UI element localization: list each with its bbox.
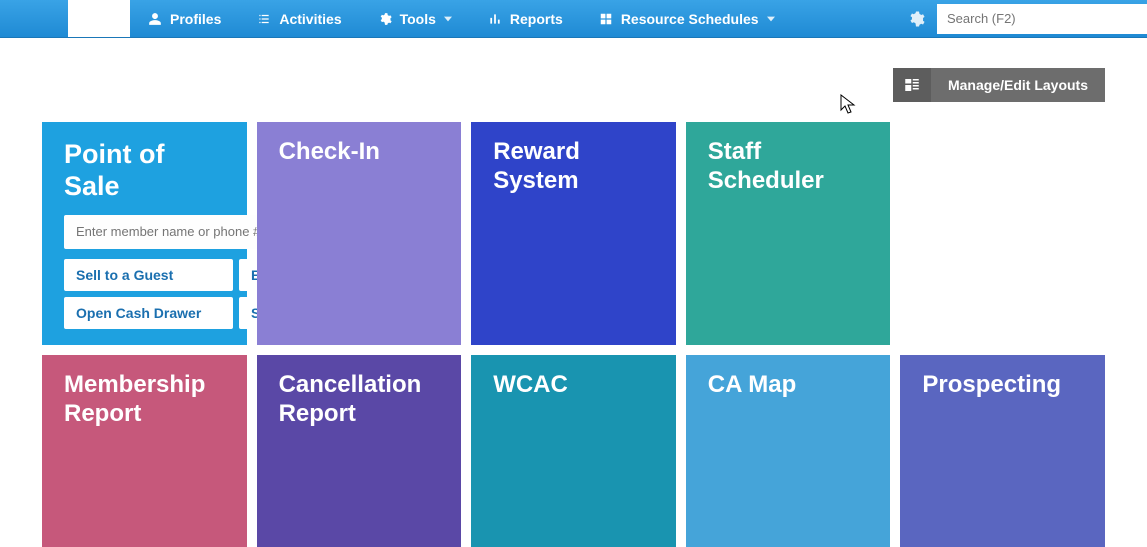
tile-staff-scheduler[interactable]: Staff Scheduler: [686, 122, 891, 345]
membership-title: Membership Report: [64, 371, 225, 429]
wcac-title: WCAC: [493, 371, 654, 400]
tile-prospecting[interactable]: Prospecting: [900, 355, 1105, 547]
home-icon: [92, 12, 106, 26]
nav-reports-label: Reports: [510, 11, 563, 27]
gear-icon: [907, 10, 925, 28]
gear-icon: [378, 12, 392, 26]
cancel-title: Cancellation Report: [279, 371, 440, 429]
tile-cancellation-report[interactable]: Cancellation Report: [257, 355, 462, 547]
manage-layouts-button[interactable]: Manage/Edit Layouts: [893, 68, 1105, 102]
tile-check-in[interactable]: Check-In: [257, 122, 462, 345]
search-input[interactable]: [947, 11, 1137, 26]
nav-profiles[interactable]: Profiles: [130, 0, 239, 37]
reward-title: Reward System: [493, 138, 654, 196]
chevron-down-icon: [767, 15, 775, 23]
top-navbar: Profiles Activities Tools Reports Resour…: [0, 0, 1147, 38]
tile-wcac[interactable]: WCAC: [471, 355, 676, 547]
tile-reward-system[interactable]: Reward System: [471, 122, 676, 345]
pos-sell-guest-button[interactable]: Sell to a Guest: [64, 259, 233, 291]
nav-activities[interactable]: Activities: [239, 0, 359, 37]
pos-open-drawer-button[interactable]: Open Cash Drawer: [64, 297, 233, 329]
grid-icon: [599, 12, 613, 26]
nav-resource-schedules-label: Resource Schedules: [621, 11, 759, 27]
camap-title: CA Map: [708, 371, 869, 400]
search-box[interactable]: [937, 4, 1147, 34]
nav-home[interactable]: [68, 0, 130, 37]
manage-layouts-label: Manage/Edit Layouts: [931, 77, 1105, 93]
nav-settings[interactable]: [895, 0, 937, 37]
chevron-down-icon: [444, 15, 452, 23]
nav-resource-schedules[interactable]: Resource Schedules: [581, 0, 793, 37]
chart-icon: [488, 12, 502, 26]
pos-title: Point of Sale: [64, 138, 225, 203]
staff-title: Staff Scheduler: [708, 138, 869, 196]
tile-point-of-sale[interactable]: Point of Sale Sell to a Guest End of Day…: [42, 122, 247, 345]
nav-tools-label: Tools: [400, 11, 436, 27]
list-icon: [257, 12, 271, 26]
profile-icon: [148, 12, 162, 26]
nav-profiles-label: Profiles: [170, 11, 221, 27]
nav-tools[interactable]: Tools: [360, 0, 470, 37]
layouts-icon: [893, 68, 931, 102]
checkin-title: Check-In: [279, 138, 440, 167]
tile-ca-map[interactable]: CA Map: [686, 355, 891, 547]
nav-activities-label: Activities: [279, 11, 341, 27]
tile-membership-report[interactable]: Membership Report: [42, 355, 247, 547]
prospect-title: Prospecting: [922, 371, 1083, 400]
nav-reports[interactable]: Reports: [470, 0, 581, 37]
